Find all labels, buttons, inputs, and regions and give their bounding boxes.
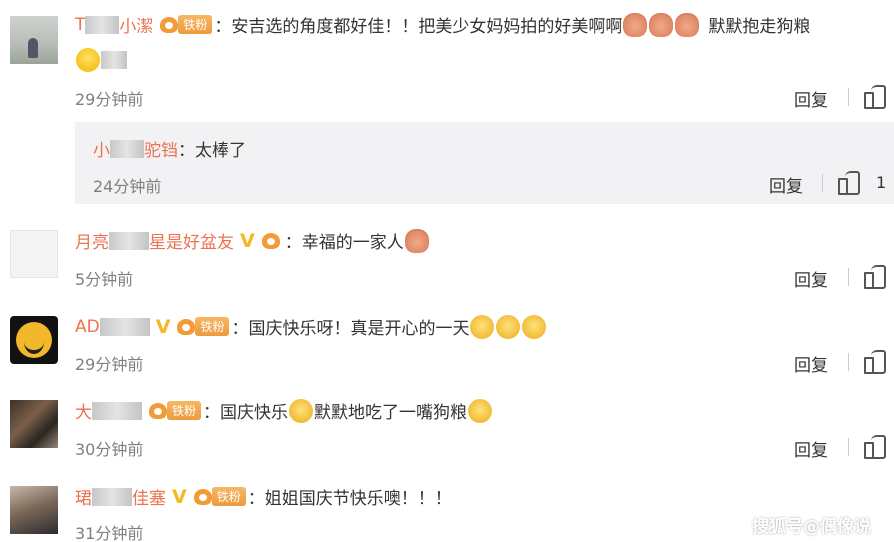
comment-line: 珺 佳塞 V 铁粉 ：姐姐国庆节快乐噢！！！	[75, 484, 452, 510]
divider	[848, 353, 849, 371]
username[interactable]: 月亮	[75, 228, 109, 253]
smirk-emoji-icon	[522, 314, 547, 339]
fan-badge[interactable]: 铁粉	[148, 400, 202, 422]
comment-text: ：国庆快乐	[203, 403, 289, 423]
timestamp: 29分钟前	[75, 90, 144, 109]
reply-button[interactable]: 回复	[794, 436, 828, 461]
fan-badge[interactable]: 铁粉	[159, 14, 213, 36]
comment-line: T 小潔 铁粉 ：安吉选的角度都好佳！！把美少女妈妈拍的好美啊啊 默默抱走狗粮	[75, 12, 810, 37]
username[interactable]: AD	[75, 317, 100, 337]
timestamp: 24分钟前	[93, 177, 162, 196]
vip-icon: V	[155, 315, 171, 338]
username[interactable]: 星是好盆友	[149, 228, 234, 253]
username[interactable]: 大	[75, 398, 92, 423]
like-icon[interactable]	[838, 170, 860, 195]
blurred-name	[92, 487, 132, 506]
avatar[interactable]	[10, 16, 58, 64]
like-icon[interactable]	[864, 434, 886, 459]
pig-emoji-icon	[404, 228, 429, 253]
pig-emoji-icon	[649, 12, 674, 37]
fan-badge[interactable]	[261, 230, 283, 252]
comment-text: 默默地吃了一嘴狗粮	[314, 403, 468, 423]
crown-icon	[261, 230, 283, 252]
comment-text: ：太棒了	[178, 141, 246, 161]
blurred-name	[109, 231, 149, 250]
vip-icon: V	[172, 485, 187, 508]
crown-icon	[193, 486, 215, 508]
divider	[848, 268, 849, 286]
smirk-emoji-icon	[496, 314, 521, 339]
like-icon[interactable]	[864, 264, 886, 289]
username[interactable]: 小潔	[119, 12, 153, 37]
watermark: 搜狐号@偶像说	[752, 517, 871, 537]
fan-badge[interactable]: 铁粉	[176, 316, 230, 338]
like-icon[interactable]	[864, 349, 886, 374]
comment-line	[75, 48, 127, 72]
timestamp: 29分钟前	[75, 355, 144, 374]
smirk-emoji-icon	[470, 314, 495, 339]
blurred-name	[85, 15, 120, 34]
pig-emoji-icon	[623, 12, 648, 37]
avatar[interactable]	[10, 230, 58, 278]
laugh-emoji-icon	[76, 48, 100, 72]
comment-text: ：安吉选的角度都好佳！！把美少女妈妈拍的好美啊啊	[214, 17, 623, 37]
reply-button[interactable]: 回复	[794, 266, 828, 291]
cry-laugh-emoji-icon	[289, 398, 314, 423]
comment-line: 月亮 星是好盆友 V ：幸福的一家人	[75, 228, 430, 253]
reply-button[interactable]: 回复	[769, 172, 803, 197]
fan-badge[interactable]: 铁粉	[193, 486, 246, 508]
pig-emoji-icon	[675, 12, 700, 37]
vip-icon: V	[240, 229, 255, 252]
comment-text: ：姐姐国庆节快乐噢！！！	[247, 489, 452, 509]
blurred-name	[99, 317, 150, 336]
comment-line: 大 铁粉 ：国庆快乐 默默地吃了一嘴狗粮	[75, 398, 493, 423]
like-icon[interactable]	[864, 84, 886, 109]
sub-reply-line: 小 驼铛 ：太棒了	[93, 136, 246, 161]
timestamp: 31分钟前	[75, 524, 144, 542]
username[interactable]: T	[75, 15, 85, 35]
crown-icon	[176, 316, 198, 338]
username[interactable]: 驼铛	[144, 136, 178, 161]
timestamp: 5分钟前	[75, 270, 134, 289]
comment-line: AD V 铁粉 ：国庆快乐呀！真是开心的一天	[75, 314, 547, 339]
blurred-name	[92, 401, 142, 420]
comment-text: 默默抱走狗粮	[708, 17, 811, 37]
avatar[interactable]	[10, 316, 58, 364]
comment-text: ：幸福的一家人	[284, 233, 404, 253]
blurred-emoji	[101, 51, 127, 69]
crown-icon	[159, 14, 181, 36]
username[interactable]: 佳塞	[132, 484, 166, 509]
comment-text: ：国庆快乐呀！真是开心的一天	[231, 319, 470, 339]
avatar[interactable]	[10, 486, 58, 534]
divider	[822, 174, 823, 192]
divider	[848, 88, 849, 106]
avatar[interactable]	[10, 400, 58, 448]
username[interactable]: 珺	[75, 484, 92, 509]
timestamp: 30分钟前	[75, 440, 144, 459]
username[interactable]: 小	[93, 136, 110, 161]
like-count: 1	[876, 173, 887, 192]
reply-button[interactable]: 回复	[794, 86, 828, 111]
reply-button[interactable]: 回复	[794, 351, 828, 376]
blurred-name	[110, 139, 144, 158]
crown-icon	[148, 400, 170, 422]
yum-emoji-icon	[468, 398, 493, 423]
divider	[848, 438, 849, 456]
